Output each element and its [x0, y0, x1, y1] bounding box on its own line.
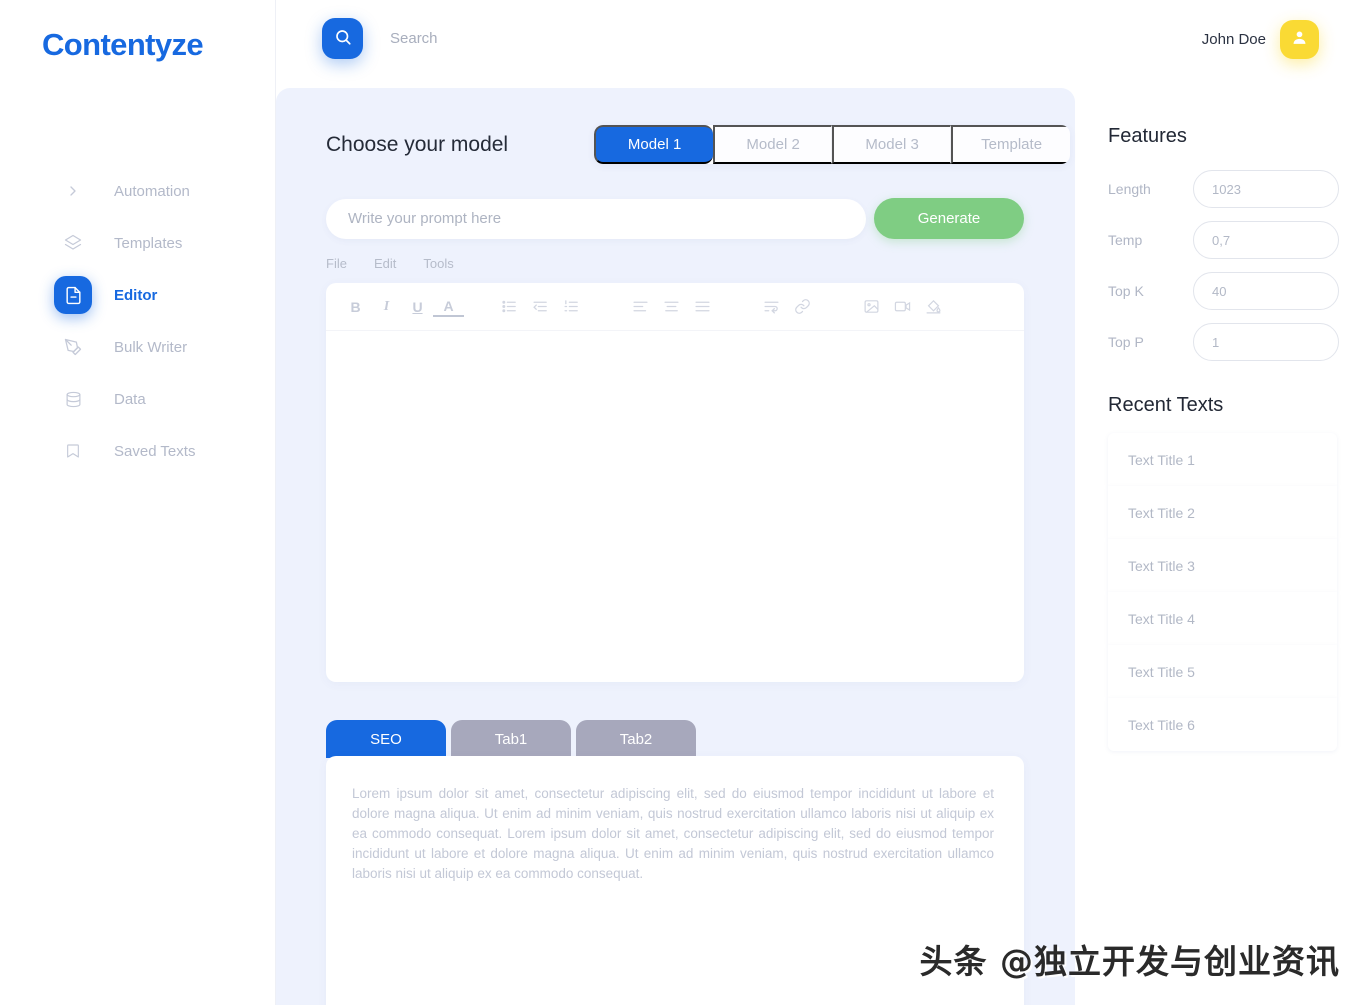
database-icon: [62, 388, 84, 410]
feature-label: Length: [1108, 181, 1151, 197]
tab-model-2[interactable]: Model 2: [713, 125, 833, 164]
fill-color-icon[interactable]: [918, 291, 949, 322]
sidebar-item-label: Automation: [114, 182, 190, 200]
user-menu[interactable]: John Doe: [1202, 20, 1319, 59]
align-center-icon[interactable]: [656, 291, 687, 322]
numbered-list-icon[interactable]: [556, 291, 587, 322]
tab-template[interactable]: Template: [951, 125, 1071, 164]
main-panel: Choose your model Model 1 Model 2 Model …: [276, 88, 1075, 1005]
tab-tab2[interactable]: Tab2: [576, 720, 696, 758]
menu-tools[interactable]: Tools: [423, 256, 453, 271]
feature-label: Temp: [1108, 232, 1143, 248]
sidebar-item-bulk-writer[interactable]: Bulk Writer: [0, 321, 276, 373]
text-color-button[interactable]: A: [433, 297, 464, 317]
avatar[interactable]: [1280, 20, 1319, 59]
sidebar-item-label: Bulk Writer: [114, 338, 188, 356]
chevron-right-icon: [62, 180, 84, 202]
sidebar-item-label: Saved Texts: [114, 442, 196, 460]
features-title: Features: [1108, 125, 1187, 147]
app-logo: Contentyze: [42, 27, 204, 62]
sidebar-item-editor[interactable]: Editor: [0, 269, 276, 321]
menu-edit[interactable]: Edit: [374, 256, 396, 271]
sidebar-nav: Automation Templates Editor Bulk Writer: [0, 165, 276, 477]
prompt-input[interactable]: [326, 198, 866, 239]
search-bar: [322, 18, 690, 59]
watermark: 头条 @独立开发与创业资讯: [919, 942, 1340, 981]
outdent-list-icon[interactable]: [525, 291, 556, 322]
top-k-input[interactable]: [1193, 272, 1339, 310]
sidebar: Contentyze Automation Templates Editor B…: [0, 0, 276, 1005]
list-item[interactable]: Text Title 1: [1108, 433, 1337, 486]
user-icon: [1290, 28, 1309, 52]
tab-model-3[interactable]: Model 3: [832, 125, 952, 164]
search-input[interactable]: [390, 30, 690, 47]
model-tab-group: Model 1 Model 2 Model 3 Template: [594, 125, 1071, 164]
recent-texts-title: Recent Texts: [1108, 394, 1224, 416]
image-icon[interactable]: [856, 291, 887, 322]
generate-button[interactable]: Generate: [874, 198, 1024, 239]
list-item[interactable]: Text Title 6: [1108, 698, 1337, 751]
right-panel: Features Length Temp Top K Top P Recent …: [1108, 125, 1366, 751]
editor-card: B I U A: [326, 283, 1024, 682]
feature-row-top-p: Top P: [1108, 323, 1366, 361]
page-title: Choose your model: [326, 132, 509, 156]
tab-tab1[interactable]: Tab1: [451, 720, 571, 758]
feature-label: Top K: [1108, 283, 1144, 299]
top-p-input[interactable]: [1193, 323, 1339, 361]
editor-toolbar: B I U A: [326, 283, 1024, 331]
document-icon: [54, 276, 92, 314]
tab-seo[interactable]: SEO: [326, 720, 446, 758]
temp-input[interactable]: [1193, 221, 1339, 259]
bookmark-icon: [62, 440, 84, 462]
pen-icon: [62, 336, 84, 358]
feature-label: Top P: [1108, 334, 1144, 350]
feature-row-temp: Temp: [1108, 221, 1366, 259]
menu-file[interactable]: File: [326, 256, 347, 271]
editor-menubar: File Edit Tools: [326, 256, 454, 271]
search-button[interactable]: [322, 18, 363, 59]
list-item[interactable]: Text Title 3: [1108, 539, 1337, 592]
sidebar-item-saved-texts[interactable]: Saved Texts: [0, 425, 276, 477]
feature-row-top-k: Top K: [1108, 272, 1366, 310]
italic-button[interactable]: I: [371, 291, 402, 322]
model-selector: Choose your model Model 1 Model 2 Model …: [326, 125, 1071, 164]
user-name: John Doe: [1201, 31, 1266, 48]
seo-tab-group: SEO Tab1 Tab2: [326, 720, 696, 758]
length-input[interactable]: [1193, 170, 1339, 208]
list-item[interactable]: Text Title 5: [1108, 645, 1337, 698]
bold-button[interactable]: B: [340, 291, 371, 322]
recent-texts-list: Text Title 1 Text Title 2 Text Title 3 T…: [1108, 433, 1366, 751]
underline-button[interactable]: U: [402, 291, 433, 322]
sidebar-item-label: Data: [114, 390, 146, 408]
sidebar-item-data[interactable]: Data: [0, 373, 276, 425]
editor-content-area[interactable]: [326, 331, 1024, 681]
align-left-icon[interactable]: [625, 291, 656, 322]
seo-body-text: Lorem ipsum dolor sit amet, consectetur …: [352, 786, 994, 881]
prompt-row: Generate: [326, 198, 1024, 239]
sidebar-item-templates[interactable]: Templates: [0, 217, 276, 269]
line-wrap-icon[interactable]: [756, 291, 787, 322]
link-icon[interactable]: [787, 291, 818, 322]
video-icon[interactable]: [887, 291, 918, 322]
sidebar-item-label: Editor: [114, 286, 158, 304]
list-item[interactable]: Text Title 2: [1108, 486, 1337, 539]
search-icon: [334, 28, 352, 49]
align-justify-icon[interactable]: [687, 291, 718, 322]
sidebar-item-label: Templates: [114, 234, 183, 252]
tab-model-1[interactable]: Model 1: [594, 125, 714, 164]
bullet-list-icon[interactable]: [494, 291, 525, 322]
app-root: Contentyze Automation Templates Editor B…: [0, 0, 1366, 1005]
list-item[interactable]: Text Title 4: [1108, 592, 1337, 645]
layers-icon: [62, 232, 84, 254]
feature-row-length: Length: [1108, 170, 1366, 208]
sidebar-item-automation[interactable]: Automation: [0, 165, 276, 217]
